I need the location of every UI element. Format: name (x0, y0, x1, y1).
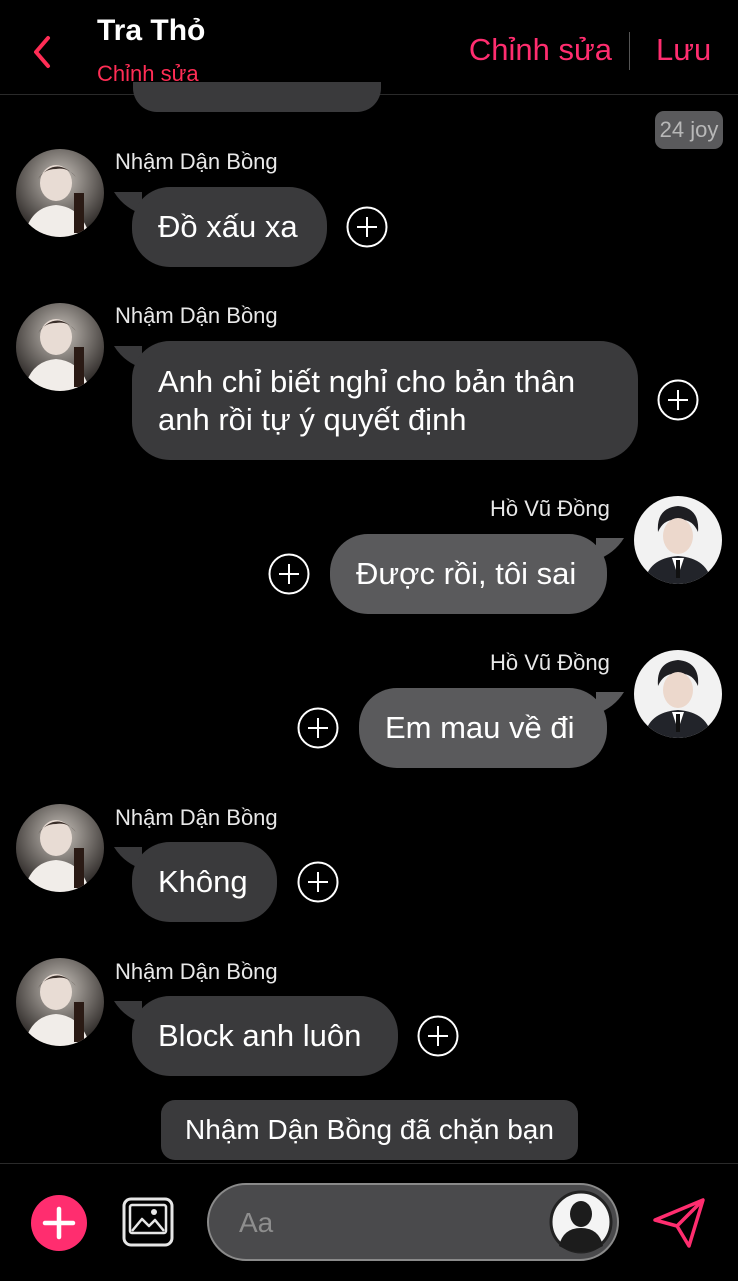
profile-button[interactable] (549, 1190, 613, 1254)
react-plus-icon[interactable] (346, 206, 388, 248)
message-bubble[interactable]: Anh chỉ biết nghỉ cho bản thân anh rồi t… (132, 341, 638, 460)
message-input[interactable] (237, 1185, 541, 1261)
message-bubble[interactable]: Em mau về đi (359, 688, 607, 768)
message-bubble[interactable]: Đồ xấu xa (132, 187, 327, 267)
avatar-photo-icon (16, 804, 104, 892)
image-icon (122, 1197, 174, 1247)
avatar-sender-left[interactable] (16, 303, 104, 391)
react-plus-icon[interactable] (417, 1015, 459, 1057)
avatar-photo-icon (16, 303, 104, 391)
avatar-photo-icon (16, 149, 104, 237)
edit-button[interactable]: Chỉnh sửa (469, 32, 612, 68)
avatar-photo-icon (634, 496, 722, 584)
avatar-photo-icon (16, 958, 104, 1046)
avatar-sender-left[interactable] (16, 149, 104, 237)
message-text: Đồ xấu xa (158, 209, 298, 244)
chevron-left-icon (34, 36, 50, 68)
sender-name: Nhậm Dận Bồng (115, 149, 278, 174)
chat-title: Tra Thỏ (97, 14, 206, 47)
composer-bar (0, 1163, 738, 1281)
message-bubble[interactable]: Không (132, 842, 277, 922)
back-button[interactable] (28, 32, 58, 72)
react-plus-icon[interactable] (297, 707, 339, 749)
chat-screen: Tra Thỏ Chỉnh sửa Chỉnh sửa Lưu 24 joy N… (0, 0, 738, 1281)
message-text-line: anh rồi tự ý quyết định (158, 401, 467, 437)
react-plus-icon[interactable] (657, 379, 699, 421)
message-bubble[interactable]: Block anh luôn (132, 996, 398, 1076)
avatar-sender-left[interactable] (16, 804, 104, 892)
avatar-sender-right[interactable] (634, 650, 722, 738)
user-silhouette-icon (549, 1190, 613, 1254)
sender-name: Nhậm Dận Bồng (115, 959, 278, 984)
message-text-line: Anh chỉ biết nghỉ cho bản thân (158, 363, 576, 399)
message-bubble[interactable]: Được rồi, tôi sai (330, 534, 607, 614)
message-text: Block anh luôn (158, 1018, 362, 1053)
send-icon (653, 1198, 705, 1248)
add-button[interactable] (31, 1195, 87, 1251)
avatar-photo-icon (634, 650, 722, 738)
partial-message-bubble (133, 82, 381, 112)
react-plus-icon[interactable] (268, 553, 310, 595)
sender-name: Hồ Vũ Đồng (490, 496, 610, 521)
avatar-sender-left[interactable] (16, 958, 104, 1046)
save-button[interactable]: Lưu (656, 32, 711, 68)
time-badge: 24 joy (655, 111, 723, 149)
image-button[interactable] (122, 1197, 174, 1247)
message-text: Em mau về đi (385, 710, 575, 745)
message-text: Được rồi, tôi sai (356, 556, 577, 591)
sender-name: Hồ Vũ Đồng (490, 650, 610, 675)
header: Tra Thỏ Chỉnh sửa Chỉnh sửa Lưu (0, 0, 738, 95)
send-button[interactable] (651, 1196, 707, 1250)
avatar-sender-right[interactable] (634, 496, 722, 584)
plus-icon (42, 1206, 76, 1240)
react-plus-icon[interactable] (297, 861, 339, 903)
message-text: Không (158, 864, 248, 899)
sender-name: Nhậm Dận Bồng (115, 303, 278, 328)
blocked-notice: Nhậm Dận Bồng đã chặn bạn (161, 1100, 578, 1160)
header-divider (629, 32, 630, 70)
sender-name: Nhậm Dận Bồng (115, 805, 278, 830)
